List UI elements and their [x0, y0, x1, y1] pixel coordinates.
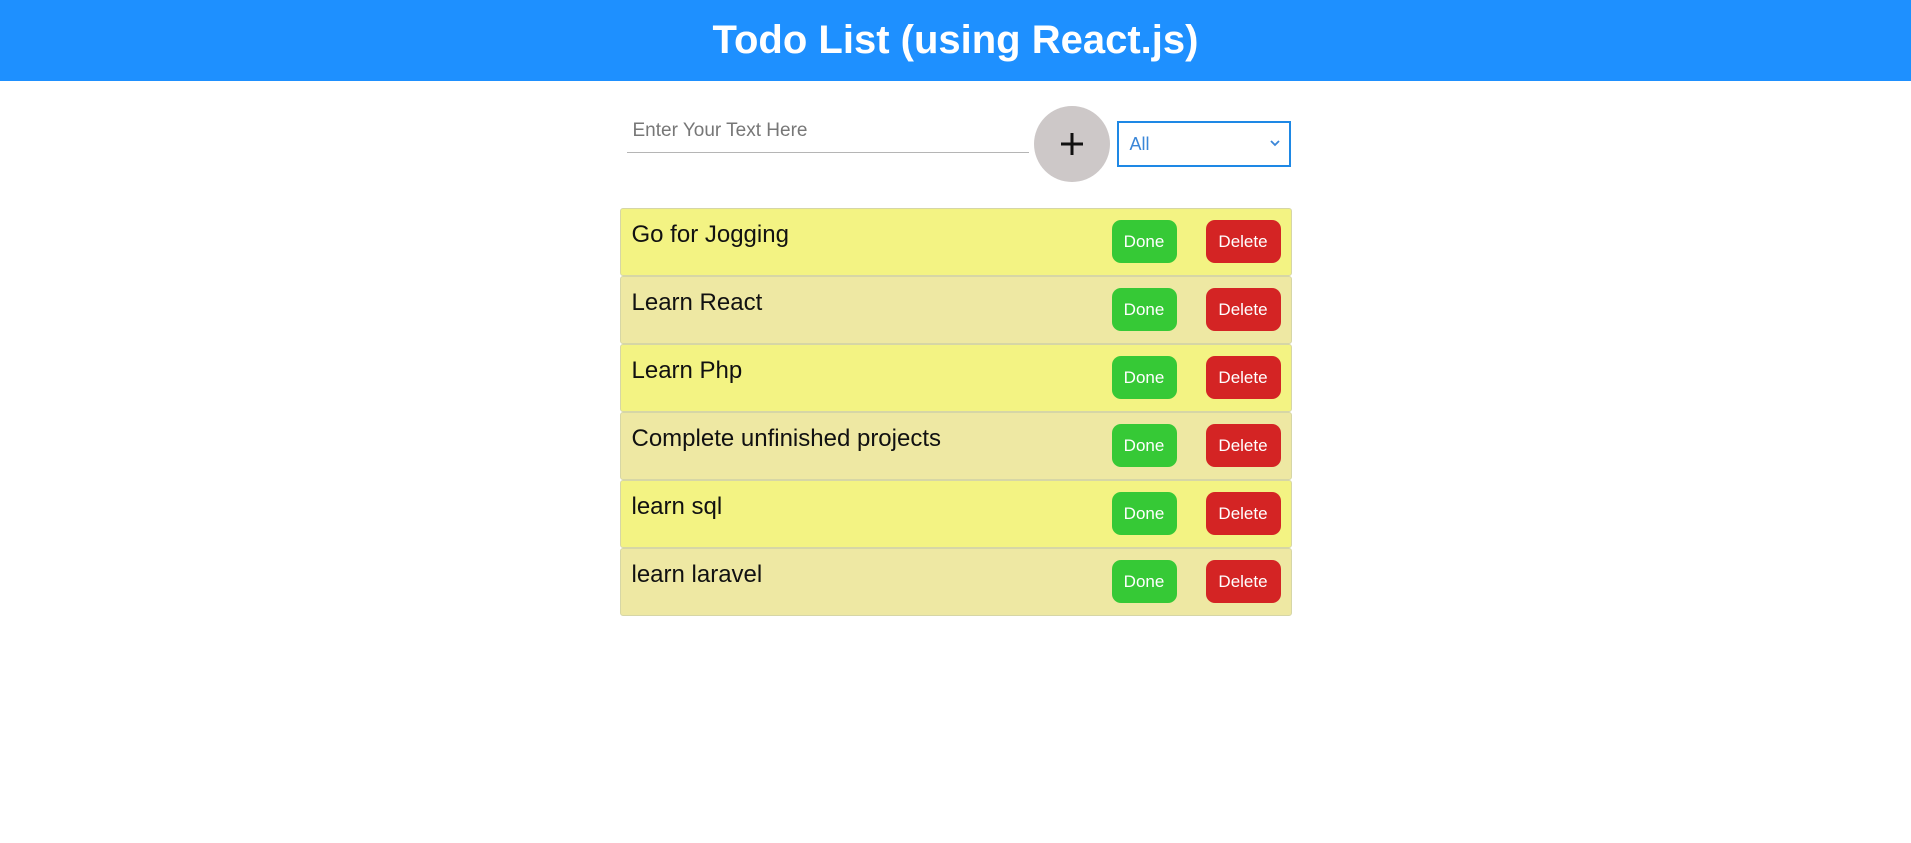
filter-selected-value: All — [1129, 133, 1150, 154]
delete-button[interactable]: Delete — [1205, 288, 1281, 331]
done-button[interactable]: Done — [1111, 560, 1177, 603]
todo-item: Complete unfinished projects Done Delete — [619, 412, 1292, 480]
todo-text: Go for Jogging — [631, 221, 789, 248]
done-button[interactable]: Done — [1111, 492, 1177, 535]
app-header: Todo List (using React.js) — [0, 0, 1911, 81]
chevron-down-icon — [1269, 140, 1280, 147]
todo-controls: All — [620, 81, 1292, 206]
todo-item: Go for Jogging Done Delete — [619, 208, 1292, 276]
delete-button[interactable]: Delete — [1205, 560, 1281, 603]
todo-item: Learn React Done Delete — [619, 276, 1292, 344]
delete-button[interactable]: Delete — [1205, 356, 1281, 399]
delete-button[interactable]: Delete — [1205, 492, 1281, 535]
page-title: Todo List (using React.js) — [712, 18, 1199, 62]
done-button[interactable]: Done — [1111, 288, 1177, 331]
todo-item: learn sql Done Delete — [619, 480, 1292, 548]
delete-button[interactable]: Delete — [1205, 424, 1281, 467]
todo-text-input[interactable] — [626, 109, 1029, 153]
done-button[interactable]: Done — [1111, 424, 1177, 467]
done-button[interactable]: Done — [1111, 356, 1177, 399]
todo-item: Learn Php Done Delete — [619, 344, 1292, 412]
todo-text: Learn Php — [631, 357, 743, 384]
todo-text: Learn React — [631, 289, 763, 316]
delete-button[interactable]: Delete — [1205, 220, 1281, 263]
todo-text: learn laravel — [631, 561, 763, 588]
filter-select[interactable]: All — [1116, 121, 1291, 167]
plus-icon — [1060, 133, 1083, 155]
done-button[interactable]: Done — [1111, 220, 1177, 263]
add-todo-button[interactable] — [1033, 106, 1110, 182]
todo-text: Complete unfinished projects — [631, 425, 942, 452]
todo-list: Go for Jogging Done Delete Learn React D… — [619, 208, 1292, 616]
todo-text: learn sql — [631, 493, 723, 520]
todo-container: All Go for Jogging Done Delete Learn Rea… — [619, 81, 1292, 616]
todo-item: learn laravel Done Delete — [619, 548, 1292, 616]
